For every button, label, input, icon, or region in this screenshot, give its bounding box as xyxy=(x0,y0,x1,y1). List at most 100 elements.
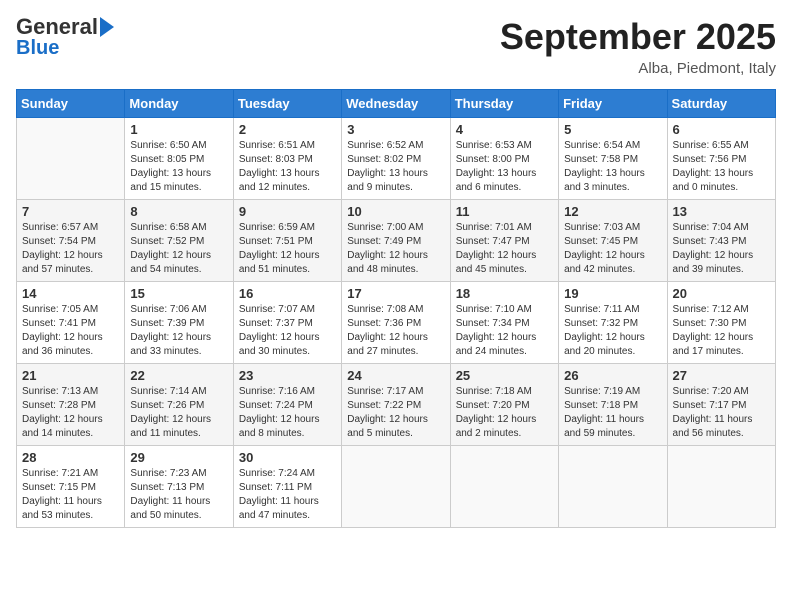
daylight-text: Daylight: 11 hours and 53 minutes. xyxy=(22,496,102,521)
sunset-text: Sunset: 8:05 PM xyxy=(130,154,204,165)
day-number: 28 xyxy=(22,450,119,465)
sunrise-text: Sunrise: 7:06 AM xyxy=(130,304,206,315)
day-number: 8 xyxy=(130,204,227,219)
sunrise-text: Sunrise: 7:01 AM xyxy=(456,222,532,233)
sunset-text: Sunset: 7:47 PM xyxy=(456,236,530,247)
daylight-text: Daylight: 12 hours and 20 minutes. xyxy=(564,332,645,357)
sunset-text: Sunset: 7:41 PM xyxy=(22,318,96,329)
cell-content: Sunrise: 7:04 AM Sunset: 7:43 PM Dayligh… xyxy=(673,221,770,277)
daylight-text: Daylight: 12 hours and 2 minutes. xyxy=(456,414,537,439)
daylight-text: Daylight: 12 hours and 48 minutes. xyxy=(347,250,428,275)
sunset-text: Sunset: 7:51 PM xyxy=(239,236,313,247)
cell-content: Sunrise: 7:05 AM Sunset: 7:41 PM Dayligh… xyxy=(22,303,119,359)
sunrise-text: Sunrise: 6:55 AM xyxy=(673,140,749,151)
logo-arrow-icon xyxy=(100,17,114,37)
day-number: 22 xyxy=(130,368,227,383)
sunrise-text: Sunrise: 7:14 AM xyxy=(130,386,206,397)
daylight-text: Daylight: 13 hours and 6 minutes. xyxy=(456,168,537,193)
calendar-cell xyxy=(342,446,450,528)
logo-general: General xyxy=(16,16,98,38)
sunrise-text: Sunrise: 7:13 AM xyxy=(22,386,98,397)
day-number: 15 xyxy=(130,286,227,301)
daylight-text: Daylight: 12 hours and 14 minutes. xyxy=(22,414,103,439)
calendar-week-row: 21 Sunrise: 7:13 AM Sunset: 7:28 PM Dayl… xyxy=(17,364,776,446)
day-number: 21 xyxy=(22,368,119,383)
sunrise-text: Sunrise: 6:59 AM xyxy=(239,222,315,233)
sunrise-text: Sunrise: 6:52 AM xyxy=(347,140,423,151)
cell-content: Sunrise: 7:20 AM Sunset: 7:17 PM Dayligh… xyxy=(673,385,770,441)
calendar-cell: 10 Sunrise: 7:00 AM Sunset: 7:49 PM Dayl… xyxy=(342,200,450,282)
sunset-text: Sunset: 7:28 PM xyxy=(22,400,96,411)
daylight-text: Daylight: 12 hours and 8 minutes. xyxy=(239,414,320,439)
cell-content: Sunrise: 7:23 AM Sunset: 7:13 PM Dayligh… xyxy=(130,467,227,523)
cell-content: Sunrise: 6:54 AM Sunset: 7:58 PM Dayligh… xyxy=(564,139,661,195)
daylight-text: Daylight: 13 hours and 15 minutes. xyxy=(130,168,211,193)
calendar-cell: 11 Sunrise: 7:01 AM Sunset: 7:47 PM Dayl… xyxy=(450,200,558,282)
title-block: September 2025 Alba, Piedmont, Italy xyxy=(500,16,776,77)
cell-content: Sunrise: 7:17 AM Sunset: 7:22 PM Dayligh… xyxy=(347,385,444,441)
cell-content: Sunrise: 7:18 AM Sunset: 7:20 PM Dayligh… xyxy=(456,385,553,441)
calendar-cell xyxy=(450,446,558,528)
sunrise-text: Sunrise: 7:20 AM xyxy=(673,386,749,397)
sunset-text: Sunset: 8:00 PM xyxy=(456,154,530,165)
daylight-text: Daylight: 12 hours and 51 minutes. xyxy=(239,250,320,275)
calendar-cell: 24 Sunrise: 7:17 AM Sunset: 7:22 PM Dayl… xyxy=(342,364,450,446)
day-number: 20 xyxy=(673,286,770,301)
sunset-text: Sunset: 7:26 PM xyxy=(130,400,204,411)
sunrise-text: Sunrise: 6:58 AM xyxy=(130,222,206,233)
calendar-cell xyxy=(17,118,125,200)
sunset-text: Sunset: 7:13 PM xyxy=(130,482,204,493)
cell-content: Sunrise: 6:59 AM Sunset: 7:51 PM Dayligh… xyxy=(239,221,336,277)
weekday-header: Tuesday xyxy=(233,90,341,118)
daylight-text: Daylight: 12 hours and 30 minutes. xyxy=(239,332,320,357)
cell-content: Sunrise: 6:51 AM Sunset: 8:03 PM Dayligh… xyxy=(239,139,336,195)
cell-content: Sunrise: 6:52 AM Sunset: 8:02 PM Dayligh… xyxy=(347,139,444,195)
cell-content: Sunrise: 7:10 AM Sunset: 7:34 PM Dayligh… xyxy=(456,303,553,359)
day-number: 16 xyxy=(239,286,336,301)
day-number: 12 xyxy=(564,204,661,219)
day-number: 24 xyxy=(347,368,444,383)
daylight-text: Daylight: 12 hours and 33 minutes. xyxy=(130,332,211,357)
daylight-text: Daylight: 11 hours and 47 minutes. xyxy=(239,496,319,521)
sunset-text: Sunset: 7:11 PM xyxy=(239,482,312,493)
daylight-text: Daylight: 13 hours and 3 minutes. xyxy=(564,168,645,193)
sunset-text: Sunset: 7:32 PM xyxy=(564,318,638,329)
weekday-header: Thursday xyxy=(450,90,558,118)
cell-content: Sunrise: 7:21 AM Sunset: 7:15 PM Dayligh… xyxy=(22,467,119,523)
daylight-text: Daylight: 12 hours and 54 minutes. xyxy=(130,250,211,275)
day-number: 23 xyxy=(239,368,336,383)
weekday-header: Wednesday xyxy=(342,90,450,118)
calendar-cell: 28 Sunrise: 7:21 AM Sunset: 7:15 PM Dayl… xyxy=(17,446,125,528)
calendar-cell: 13 Sunrise: 7:04 AM Sunset: 7:43 PM Dayl… xyxy=(667,200,775,282)
calendar-cell: 22 Sunrise: 7:14 AM Sunset: 7:26 PM Dayl… xyxy=(125,364,233,446)
day-number: 27 xyxy=(673,368,770,383)
day-number: 29 xyxy=(130,450,227,465)
cell-content: Sunrise: 6:58 AM Sunset: 7:52 PM Dayligh… xyxy=(130,221,227,277)
weekday-header: Saturday xyxy=(667,90,775,118)
sunset-text: Sunset: 7:36 PM xyxy=(347,318,421,329)
sunrise-text: Sunrise: 7:00 AM xyxy=(347,222,423,233)
cell-content: Sunrise: 7:13 AM Sunset: 7:28 PM Dayligh… xyxy=(22,385,119,441)
cell-content: Sunrise: 7:03 AM Sunset: 7:45 PM Dayligh… xyxy=(564,221,661,277)
location: Alba, Piedmont, Italy xyxy=(500,60,776,77)
logo: General Blue xyxy=(16,16,114,58)
calendar-cell: 20 Sunrise: 7:12 AM Sunset: 7:30 PM Dayl… xyxy=(667,282,775,364)
day-number: 1 xyxy=(130,122,227,137)
calendar-week-row: 14 Sunrise: 7:05 AM Sunset: 7:41 PM Dayl… xyxy=(17,282,776,364)
daylight-text: Daylight: 12 hours and 5 minutes. xyxy=(347,414,428,439)
sunrise-text: Sunrise: 7:03 AM xyxy=(564,222,640,233)
cell-content: Sunrise: 7:12 AM Sunset: 7:30 PM Dayligh… xyxy=(673,303,770,359)
calendar-cell xyxy=(667,446,775,528)
page-header: General Blue September 2025 Alba, Piedmo… xyxy=(16,16,776,77)
calendar-table: SundayMondayTuesdayWednesdayThursdayFrid… xyxy=(16,89,776,528)
calendar-cell: 5 Sunrise: 6:54 AM Sunset: 7:58 PM Dayli… xyxy=(559,118,667,200)
calendar-cell: 14 Sunrise: 7:05 AM Sunset: 7:41 PM Dayl… xyxy=(17,282,125,364)
day-number: 10 xyxy=(347,204,444,219)
daylight-text: Daylight: 12 hours and 11 minutes. xyxy=(130,414,211,439)
calendar-cell: 25 Sunrise: 7:18 AM Sunset: 7:20 PM Dayl… xyxy=(450,364,558,446)
calendar-cell: 16 Sunrise: 7:07 AM Sunset: 7:37 PM Dayl… xyxy=(233,282,341,364)
sunrise-text: Sunrise: 7:05 AM xyxy=(22,304,98,315)
cell-content: Sunrise: 7:00 AM Sunset: 7:49 PM Dayligh… xyxy=(347,221,444,277)
day-number: 9 xyxy=(239,204,336,219)
calendar-cell: 26 Sunrise: 7:19 AM Sunset: 7:18 PM Dayl… xyxy=(559,364,667,446)
